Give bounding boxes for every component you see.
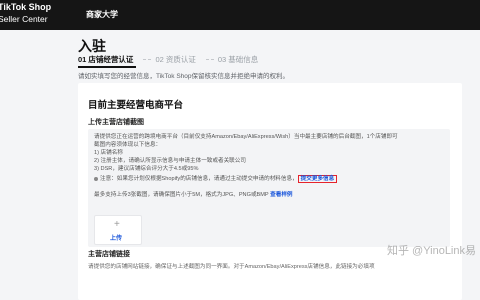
step-progress: 01 店铺经营认证 02 资质认证 03 基础信息 (78, 52, 268, 66)
step-1: 01 店铺经营认证 (78, 54, 134, 64)
card-title: 目前主要经营电商平台 (88, 100, 184, 111)
watermark: 知乎 @YinoLink易 (386, 245, 476, 257)
description-line: 2) 注册主体，请确认所显示信息与申请主体一致或者关联公司 (94, 158, 246, 164)
active-step-indicator (78, 66, 136, 68)
info-icon (94, 176, 98, 181)
logo-line2: Seller Center (0, 14, 48, 24)
link-section-label: 主营店铺链接 (88, 251, 130, 258)
logo-line1: TikTok Shop (0, 2, 52, 12)
upload-label: 上传 (110, 236, 123, 242)
header-title[interactable]: 商家大学 (86, 9, 118, 20)
step-divider (143, 58, 152, 60)
step-2: 02 资质认证 (155, 54, 196, 64)
upload-button[interactable]: + 上传 (94, 215, 142, 245)
description-line: 3) DSR，建议店铺综合评分大于4.5或95% (94, 166, 199, 172)
upload-limit-line: 最多支持上传3张截图，请确保图片小于5M，格式为JPG、PNG或BMP 查看样例 (94, 191, 293, 199)
view-example-link[interactable]: 查看样例 (270, 192, 292, 198)
step-divider (205, 58, 214, 60)
plus-icon: + (114, 219, 120, 230)
link-note: 请提供您的店铺网站链接，确保证与上述截图为同一界面。对于Amazon/Ebay/… (88, 264, 375, 270)
description-box: 请提供您正在运营的跨境电商平台（目前仅支持Amazon/Ebay/AliExpr… (88, 129, 450, 247)
tiktok-shop-logo[interactable]: TikTok Shop Seller Center (0, 1, 51, 25)
top-navigation-bar: TikTok Shop Seller Center 商家大学 (0, 0, 480, 30)
upload-section-label: 上传主营店铺截图 (88, 119, 144, 126)
upload-limit-text: 最多支持上传3张截图，请确保图片小于5M，格式为JPG、PNG或BMP (94, 192, 269, 198)
description-line: 1) 店铺名称 (94, 150, 123, 156)
step-3: 03 基础信息 (217, 54, 259, 64)
description-line: 请提供您正在运营的跨境电商平台（目前仅支持Amazon/Ebay/AliExpr… (94, 134, 398, 140)
note-line: 注意：如果您计划仅根据Shopify的店铺信息，请通过主动提交申请的材料信息，提… (94, 175, 338, 183)
submit-more-info-link[interactable]: 提交更多信息 (297, 175, 338, 183)
note-text: 注意：如果您计划仅根据Shopify的店铺信息，请通过主动提交申请的材料信息， (100, 176, 298, 182)
description-line: 截图内容须体现以下信息： (94, 142, 162, 148)
platform-card: 目前主要经营电商平台 上传主营店铺截图 请提供您正在运营的跨境电商平台（目前仅支… (78, 83, 462, 300)
info-notice: 请如实填写您的经营信息，TikTok Shop保留核实信息并拒绝申请的权利。 (78, 73, 290, 80)
